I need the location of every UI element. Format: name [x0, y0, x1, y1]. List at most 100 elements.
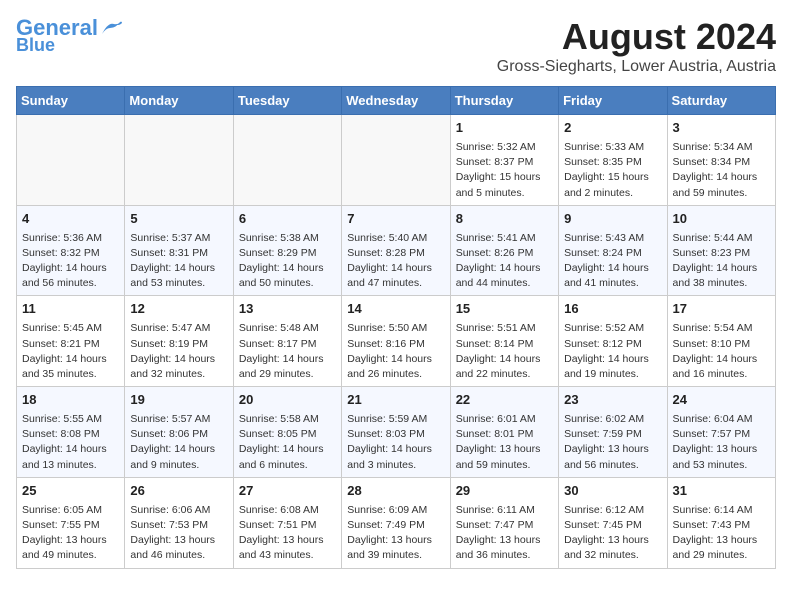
day-info: Sunrise: 6:04 AMSunset: 7:57 PMDaylight:…: [673, 413, 758, 471]
day-number: 23: [564, 391, 661, 410]
day-cell: 22Sunrise: 6:01 AMSunset: 8:01 PMDayligh…: [450, 387, 558, 478]
day-info: Sunrise: 5:55 AMSunset: 8:08 PMDaylight:…: [22, 413, 107, 471]
week-row-4: 18 Sunrise: 5:55 AMSunset: 8:08 PMDayligh…: [17, 387, 776, 478]
header-friday: Friday: [559, 87, 667, 115]
day-cell: [233, 115, 341, 206]
day-info: Sunrise: 6:06 AMSunset: 7:53 PMDaylight:…: [130, 504, 215, 562]
day-cell: 15 Sunrise: 5:51 AMSunset: 8:14 PMDayligh…: [450, 296, 558, 387]
day-cell: 1 Sunrise: 5:32 AMSunset: 8:37 PMDaylight…: [450, 115, 558, 206]
day-info: Sunrise: 5:54 AMSunset: 8:10 PMDaylight:…: [673, 322, 758, 380]
day-info: Sunrise: 5:59 AMSunset: 8:03 PMDaylight:…: [347, 413, 432, 471]
day-cell: [125, 115, 233, 206]
day-info: Sunrise: 6:01 AMSunset: 8:01 PMDaylight:…: [456, 413, 541, 471]
header-tuesday: Tuesday: [233, 87, 341, 115]
day-cell: 27 Sunrise: 6:08 AMSunset: 7:51 PMDayligh…: [233, 477, 341, 568]
day-number: 13: [239, 300, 336, 319]
day-number: 28: [347, 482, 444, 501]
day-number: 4: [22, 210, 119, 229]
day-info: Sunrise: 6:12 AMSunset: 7:45 PMDaylight:…: [564, 504, 649, 562]
day-info: Sunrise: 5:41 AMSunset: 8:26 PMDaylight:…: [456, 232, 541, 290]
day-number: 8: [456, 210, 553, 229]
day-info: Sunrise: 5:58 AMSunset: 8:05 PMDaylight:…: [239, 413, 324, 471]
day-cell: 29Sunrise: 6:11 AMSunset: 7:47 PMDayligh…: [450, 477, 558, 568]
day-info: Sunrise: 5:44 AMSunset: 8:23 PMDaylight:…: [673, 232, 758, 290]
day-number: 1: [456, 119, 553, 138]
week-row-3: 11 Sunrise: 5:45 AMSunset: 8:21 PMDayligh…: [17, 296, 776, 387]
day-cell: 19 Sunrise: 5:57 AMSunset: 8:06 PMDayligh…: [125, 387, 233, 478]
day-number: 30: [564, 482, 661, 501]
day-number: 25: [22, 482, 119, 501]
header-sunday: Sunday: [17, 87, 125, 115]
week-row-2: 4 Sunrise: 5:36 AMSunset: 8:32 PMDaylight…: [17, 205, 776, 296]
day-number: 16: [564, 300, 661, 319]
header-thursday: Thursday: [450, 87, 558, 115]
day-number: 15: [456, 300, 553, 319]
day-cell: 6 Sunrise: 5:38 AMSunset: 8:29 PMDaylight…: [233, 205, 341, 296]
header: General Blue August 2024 Gross-Siegharts…: [16, 16, 776, 76]
header-wednesday: Wednesday: [342, 87, 450, 115]
day-number: 7: [347, 210, 444, 229]
day-info: Sunrise: 6:14 AMSunset: 7:43 PMDaylight:…: [673, 504, 758, 562]
day-info: Sunrise: 5:47 AMSunset: 8:19 PMDaylight:…: [130, 322, 215, 380]
day-number: 9: [564, 210, 661, 229]
day-info: Sunrise: 6:08 AMSunset: 7:51 PMDaylight:…: [239, 504, 324, 562]
logo-bird-icon: [100, 20, 122, 36]
header-saturday: Saturday: [667, 87, 775, 115]
day-cell: 3 Sunrise: 5:34 AMSunset: 8:34 PMDaylight…: [667, 115, 775, 206]
calendar-body: 1 Sunrise: 5:32 AMSunset: 8:37 PMDaylight…: [17, 115, 776, 569]
day-cell: [342, 115, 450, 206]
day-info: Sunrise: 5:45 AMSunset: 8:21 PMDaylight:…: [22, 322, 107, 380]
day-number: 3: [673, 119, 770, 138]
day-number: 27: [239, 482, 336, 501]
logo-blue: Blue: [16, 36, 55, 56]
day-number: 20: [239, 391, 336, 410]
day-number: 2: [564, 119, 661, 138]
day-cell: 13 Sunrise: 5:48 AMSunset: 8:17 PMDayligh…: [233, 296, 341, 387]
day-info: Sunrise: 5:51 AMSunset: 8:14 PMDaylight:…: [456, 322, 541, 380]
day-info: Sunrise: 5:40 AMSunset: 8:28 PMDaylight:…: [347, 232, 432, 290]
day-cell: 18 Sunrise: 5:55 AMSunset: 8:08 PMDayligh…: [17, 387, 125, 478]
day-cell: 10Sunrise: 5:44 AMSunset: 8:23 PMDayligh…: [667, 205, 775, 296]
day-info: Sunrise: 6:09 AMSunset: 7:49 PMDaylight:…: [347, 504, 432, 562]
page-subtitle: Gross-Siegharts, Lower Austria, Austria: [497, 58, 776, 76]
day-info: Sunrise: 5:38 AMSunset: 8:29 PMDaylight:…: [239, 232, 324, 290]
week-row-1: 1 Sunrise: 5:32 AMSunset: 8:37 PMDaylight…: [17, 115, 776, 206]
week-row-5: 25Sunrise: 6:05 AMSunset: 7:55 PMDayligh…: [17, 477, 776, 568]
day-info: Sunrise: 5:36 AMSunset: 8:32 PMDaylight:…: [22, 232, 107, 290]
day-cell: 5Sunrise: 5:37 AMSunset: 8:31 PMDaylight…: [125, 205, 233, 296]
header-row: SundayMondayTuesdayWednesdayThursdayFrid…: [17, 87, 776, 115]
calendar-table: SundayMondayTuesdayWednesdayThursdayFrid…: [16, 86, 776, 569]
day-cell: 30 Sunrise: 6:12 AMSunset: 7:45 PMDayligh…: [559, 477, 667, 568]
day-number: 12: [130, 300, 227, 319]
logo: General Blue: [16, 16, 122, 56]
day-number: 19: [130, 391, 227, 410]
day-info: Sunrise: 5:48 AMSunset: 8:17 PMDaylight:…: [239, 322, 324, 380]
day-number: 6: [239, 210, 336, 229]
title-area: August 2024 Gross-Siegharts, Lower Austr…: [497, 16, 776, 76]
day-cell: 25Sunrise: 6:05 AMSunset: 7:55 PMDayligh…: [17, 477, 125, 568]
day-cell: 26Sunrise: 6:06 AMSunset: 7:53 PMDayligh…: [125, 477, 233, 568]
day-info: Sunrise: 6:02 AMSunset: 7:59 PMDaylight:…: [564, 413, 649, 471]
day-cell: 4 Sunrise: 5:36 AMSunset: 8:32 PMDaylight…: [17, 205, 125, 296]
calendar-header: SundayMondayTuesdayWednesdayThursdayFrid…: [17, 87, 776, 115]
day-number: 21: [347, 391, 444, 410]
day-number: 17: [673, 300, 770, 319]
day-cell: 14Sunrise: 5:50 AMSunset: 8:16 PMDayligh…: [342, 296, 450, 387]
day-number: 18: [22, 391, 119, 410]
day-cell: 17 Sunrise: 5:54 AMSunset: 8:10 PMDayligh…: [667, 296, 775, 387]
day-info: Sunrise: 5:37 AMSunset: 8:31 PMDaylight:…: [130, 232, 215, 290]
day-cell: 9Sunrise: 5:43 AMSunset: 8:24 PMDaylight…: [559, 205, 667, 296]
day-info: Sunrise: 5:57 AMSunset: 8:06 PMDaylight:…: [130, 413, 215, 471]
header-monday: Monday: [125, 87, 233, 115]
day-number: 11: [22, 300, 119, 319]
day-number: 31: [673, 482, 770, 501]
day-cell: 8 Sunrise: 5:41 AMSunset: 8:26 PMDaylight…: [450, 205, 558, 296]
day-cell: 7 Sunrise: 5:40 AMSunset: 8:28 PMDaylight…: [342, 205, 450, 296]
day-cell: 28 Sunrise: 6:09 AMSunset: 7:49 PMDayligh…: [342, 477, 450, 568]
day-cell: 31 Sunrise: 6:14 AMSunset: 7:43 PMDayligh…: [667, 477, 775, 568]
day-info: Sunrise: 5:52 AMSunset: 8:12 PMDaylight:…: [564, 322, 649, 380]
page-title: August 2024: [497, 16, 776, 58]
day-info: Sunrise: 5:34 AMSunset: 8:34 PMDaylight:…: [673, 141, 758, 199]
day-info: Sunrise: 5:32 AMSunset: 8:37 PMDaylight:…: [456, 141, 541, 199]
day-cell: [17, 115, 125, 206]
